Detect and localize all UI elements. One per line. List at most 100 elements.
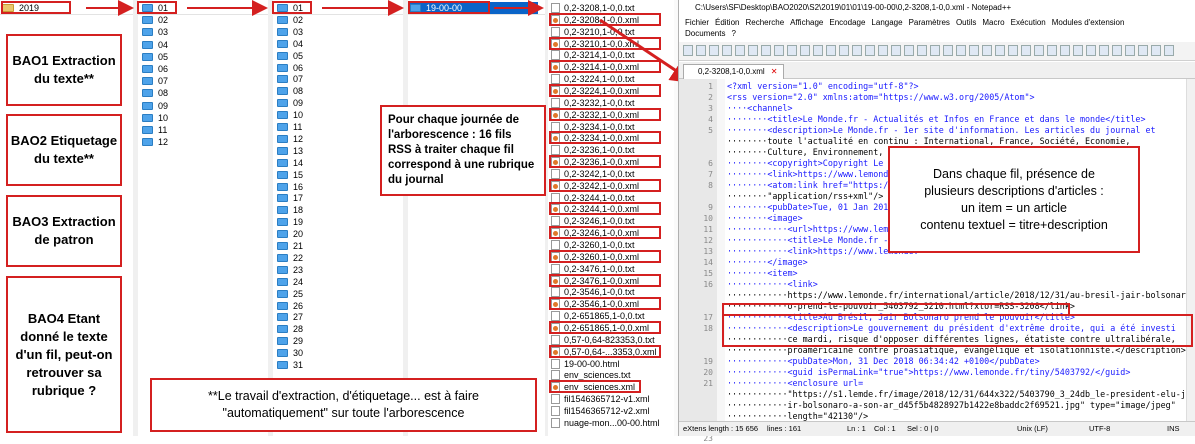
folder-day-05[interactable]: 05 [277,50,303,62]
menu-item[interactable]: ? [731,29,735,38]
toolbar-icon[interactable] [787,45,797,56]
file-item[interactable]: fil1546365712-v2.xml [551,405,650,417]
file-icon [551,74,560,85]
toolbar-icon[interactable] [1073,45,1083,56]
folder-day-15[interactable]: 15 [277,169,303,181]
menu-item[interactable]: Outils [956,18,976,27]
folder-month-02[interactable]: 02 [142,14,168,26]
folder-day-19[interactable]: 19 [277,216,303,228]
toolbar-icon[interactable] [969,45,979,56]
folder-day-11[interactable]: 11 [277,121,302,133]
folder-day-26[interactable]: 26 [277,300,303,312]
toolbar-icon[interactable] [878,45,888,56]
menu-item[interactable]: Exécution [1011,18,1046,27]
toolbar-icon[interactable] [774,45,784,56]
toolbar-icon[interactable] [995,45,1005,56]
menu-item[interactable]: Documents [685,29,725,38]
menu-item[interactable]: Recherche [745,18,784,27]
folder-day-18[interactable]: 18 [277,204,303,216]
toolbar-icon[interactable] [956,45,966,56]
folder-day-06[interactable]: 06 [277,62,303,74]
toolbar-icon[interactable] [1086,45,1096,56]
folder-month-05[interactable]: 05 [142,51,168,63]
menu-item[interactable]: Langage [871,18,902,27]
toolbar-icon[interactable] [1047,45,1057,56]
folder-month-04[interactable]: 04 [142,39,168,51]
folder-day-25[interactable]: 25 [277,288,303,300]
toolbar-icon[interactable] [696,45,706,56]
toolbar-icon[interactable] [1034,45,1044,56]
toolbar-icon[interactable] [1112,45,1122,56]
toolbar-icon[interactable] [852,45,862,56]
toolbar-icon[interactable] [891,45,901,56]
toolbar-icon[interactable] [683,45,693,56]
toolbar-icon[interactable] [1099,45,1109,56]
folder-day-07[interactable]: 07 [277,73,303,85]
toolbar-icon[interactable] [917,45,927,56]
file-item[interactable]: 19-00-00.html [551,358,620,370]
folder-day-31[interactable]: 31 [277,359,303,371]
toolbar-icon[interactable] [1021,45,1031,56]
menu-item[interactable]: Fichier [685,18,709,27]
folder-month-09[interactable]: 09 [142,100,168,112]
toolbar-icon[interactable] [722,45,732,56]
menu-item[interactable]: Édition [715,18,739,27]
folder-day-29[interactable]: 29 [277,335,303,347]
toolbar-icon[interactable] [761,45,771,56]
folder-day-22[interactable]: 22 [277,252,303,264]
vertical-scrollbar[interactable] [1186,79,1195,422]
toolbar-icon[interactable] [1060,45,1070,56]
toolbar-icon[interactable] [904,45,914,56]
folder-month-07[interactable]: 07 [142,75,168,87]
menu-item[interactable]: Affichage [790,18,823,27]
folder-day-24[interactable]: 24 [277,276,303,288]
toolbar-icon[interactable] [735,45,745,56]
toolbar-icon[interactable] [839,45,849,56]
folder-day-28[interactable]: 28 [277,323,303,335]
notepad-tab[interactable]: 0,2-3208,1-0,0.xml ✕ [683,64,785,79]
folder-day-21[interactable]: 21 [277,240,303,252]
folder-day-03[interactable]: 03 [277,26,303,38]
toolbar-icon[interactable] [826,45,836,56]
toolbar-icon[interactable] [813,45,823,56]
folder-day-09[interactable]: 09 [277,97,303,109]
folder-month-06[interactable]: 06 [142,63,168,75]
folder-day-16[interactable]: 16 [277,181,303,193]
folder-month-11[interactable]: 11 [142,124,167,136]
folder-day-20[interactable]: 20 [277,228,303,240]
close-icon[interactable]: ✕ [771,67,778,76]
folder-day-02[interactable]: 02 [277,14,303,26]
folder-day-27[interactable]: 27 [277,311,303,323]
toolbar-icon[interactable] [982,45,992,56]
menu-item[interactable]: Encodage [829,18,865,27]
toolbar-icon[interactable] [1138,45,1148,56]
folder-day-04[interactable]: 04 [277,38,303,50]
file-item[interactable]: nuage-mon...00-00.html [551,417,660,429]
folder-day-14[interactable]: 14 [277,157,303,169]
folder-day-17[interactable]: 17 [277,192,303,204]
menu-item[interactable]: Paramètres [909,18,950,27]
toolbar-icon[interactable] [930,45,940,56]
toolbar-icon[interactable] [943,45,953,56]
toolbar-icon[interactable] [865,45,875,56]
file-item[interactable]: fil1546365712-v1.xml [551,393,650,405]
folder-day-10[interactable]: 10 [277,109,303,121]
folder-month-08[interactable]: 08 [142,87,168,99]
menu-item[interactable]: Macro [982,18,1004,27]
folder-day-08[interactable]: 08 [277,85,303,97]
toolbar-icon[interactable] [800,45,810,56]
toolbar-icon[interactable] [1164,45,1174,56]
folder-day-12[interactable]: 12 [277,133,303,145]
toolbar-icon[interactable] [709,45,719,56]
toolbar-icon[interactable] [1125,45,1135,56]
folder-month-12[interactable]: 12 [142,136,168,148]
folder-month-03[interactable]: 03 [142,26,168,38]
toolbar-icon[interactable] [1151,45,1161,56]
toolbar-icon[interactable] [1008,45,1018,56]
menu-item[interactable]: Modules d'extension [1052,18,1125,27]
folder-month-10[interactable]: 10 [142,112,168,124]
folder-day-23[interactable]: 23 [277,264,303,276]
folder-day-30[interactable]: 30 [277,347,303,359]
folder-day-13[interactable]: 13 [277,145,303,157]
toolbar-icon[interactable] [748,45,758,56]
